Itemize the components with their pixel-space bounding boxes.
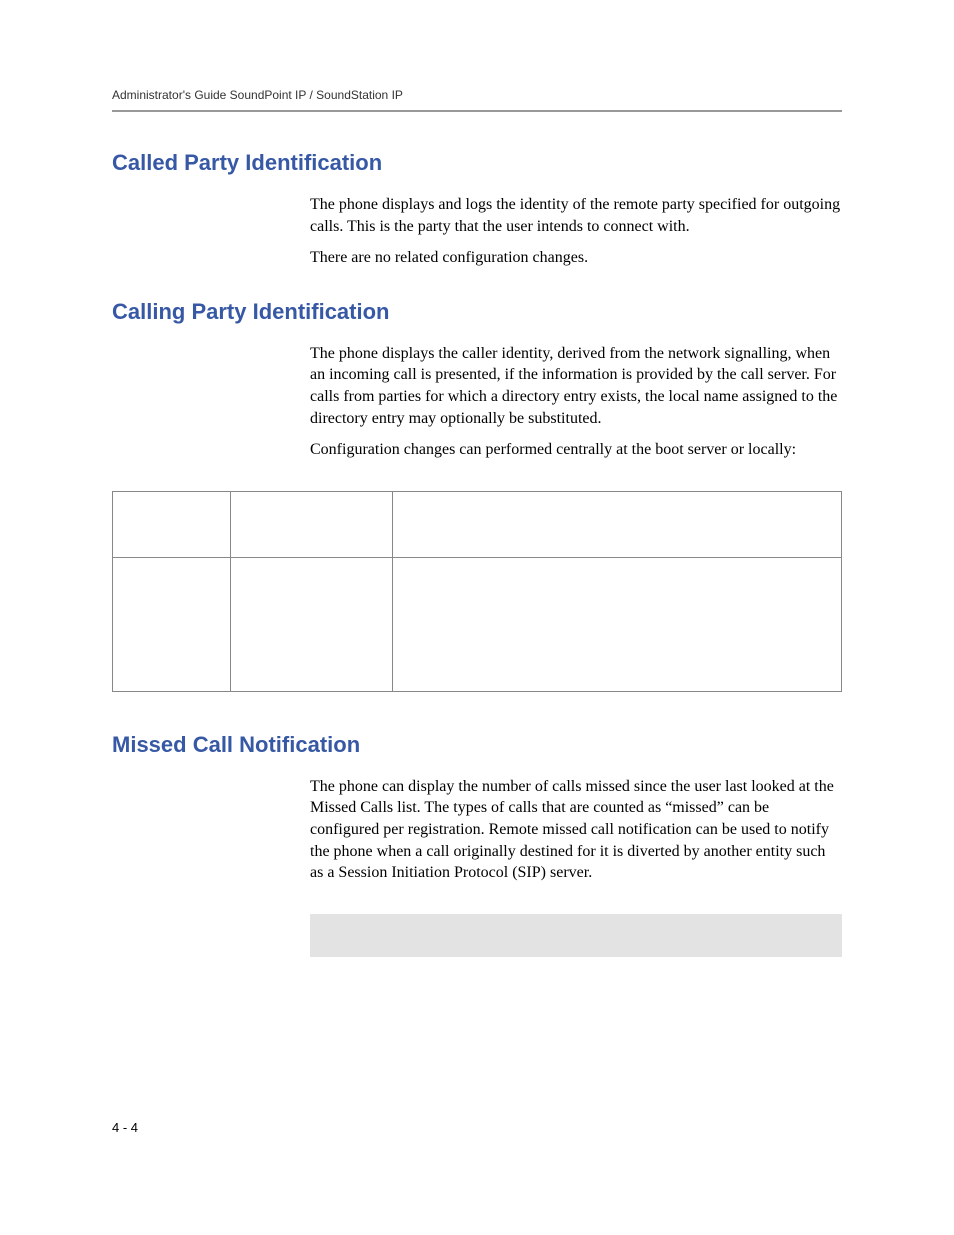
heading-calling-party: Calling Party Identification [112, 299, 842, 325]
table-row [113, 557, 842, 691]
paragraph: The phone displays and logs the identity… [310, 194, 842, 237]
page-number: 4 - 4 [112, 1120, 138, 1135]
body-calling-party: The phone displays the caller identity, … [310, 343, 842, 461]
running-header: Administrator's Guide SoundPoint IP / So… [112, 88, 842, 112]
table-cell [231, 491, 393, 557]
table-cell [231, 557, 393, 691]
paragraph: There are no related configuration chang… [310, 247, 842, 269]
table-cell [113, 557, 231, 691]
config-table [112, 491, 842, 692]
heading-missed-call: Missed Call Notification [112, 732, 842, 758]
body-called-party: The phone displays and logs the identity… [310, 194, 842, 269]
table-cell [393, 491, 842, 557]
paragraph: The phone displays the caller identity, … [310, 343, 842, 429]
paragraph: The phone can display the number of call… [310, 776, 842, 884]
note-box [310, 914, 842, 957]
table-cell [393, 557, 842, 691]
table-cell [113, 491, 231, 557]
body-missed-call: The phone can display the number of call… [310, 776, 842, 884]
paragraph: Configuration changes can performed cent… [310, 439, 842, 461]
heading-called-party: Called Party Identification [112, 150, 842, 176]
table-row [113, 491, 842, 557]
